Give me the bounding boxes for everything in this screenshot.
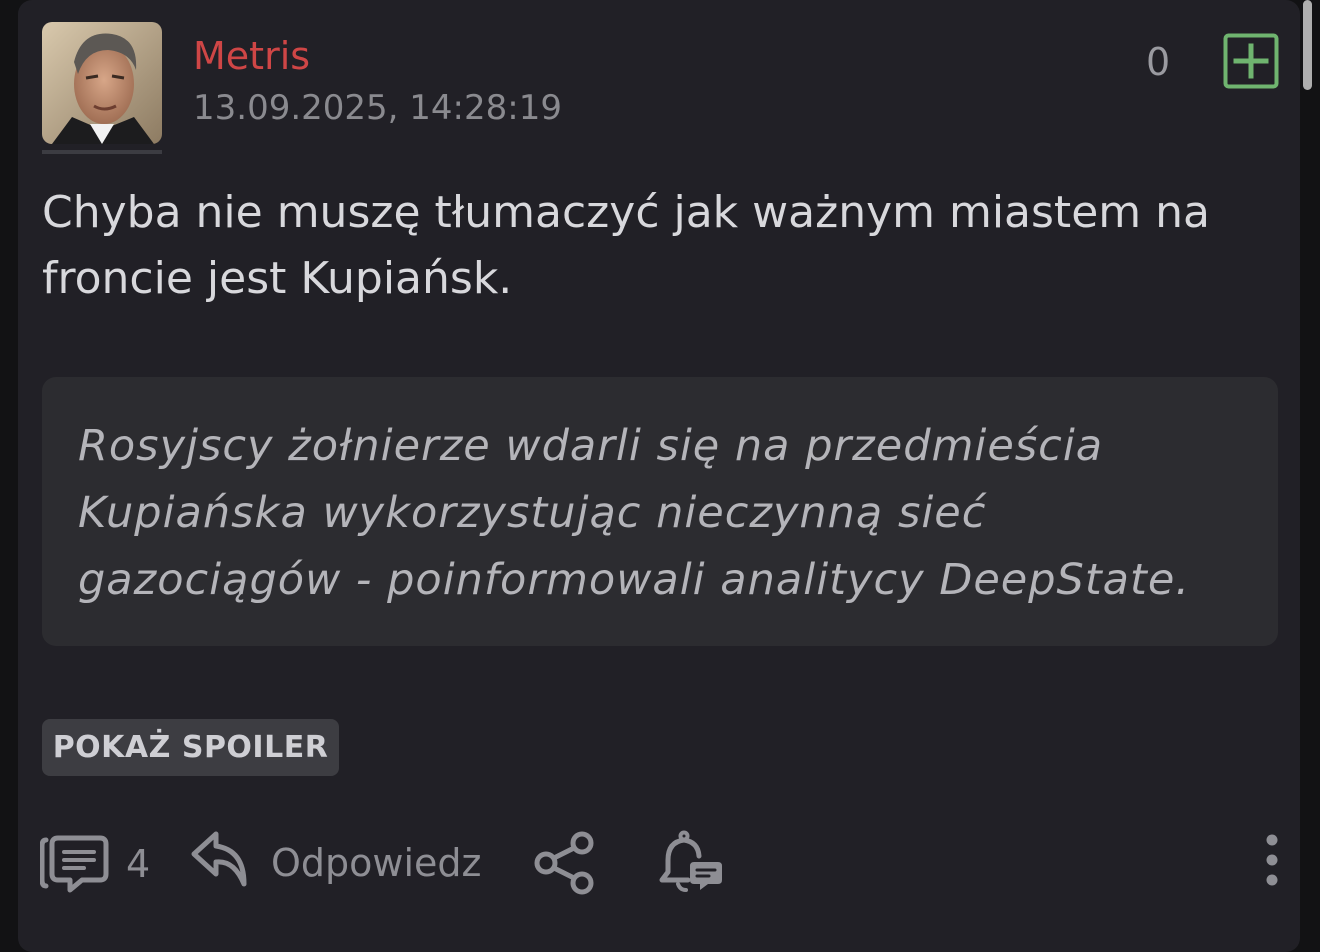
reply-label[interactable]: Odpowiedz <box>271 838 481 888</box>
scrollbar[interactable] <box>1303 0 1312 90</box>
quote-block: Rosyjscy żołnierze wdarli się na przedmi… <box>42 377 1278 646</box>
upvote-button[interactable] <box>1223 33 1279 89</box>
more-vertical-icon <box>1266 834 1278 886</box>
avatar-rank-bar <box>42 150 162 154</box>
notify-button[interactable] <box>658 830 724 896</box>
share-button[interactable] <box>532 831 598 895</box>
more-options-button[interactable] <box>1256 834 1288 890</box>
avatar[interactable] <box>42 22 162 144</box>
username[interactable]: Metris <box>193 32 310 80</box>
quote-text: Rosyjscy żołnierze wdarli się na przedmi… <box>78 421 1191 605</box>
comments-button[interactable] <box>39 834 112 894</box>
reply-button[interactable] <box>190 830 250 888</box>
comments-icon <box>39 835 109 893</box>
reply-arrow-icon <box>191 831 247 887</box>
show-spoiler-button[interactable]: POKAŻ SPOILER <box>42 719 339 776</box>
post-timestamp: 13.09.2025, 14:28:19 <box>193 88 562 128</box>
vote-count: 0 <box>1146 40 1171 84</box>
comments-count[interactable]: 4 <box>126 840 150 888</box>
bell-comment-icon <box>659 830 722 892</box>
plus-square-icon <box>1223 33 1279 89</box>
post-body: Chyba nie muszę tłumaczyć jak ważnym mia… <box>42 187 1210 304</box>
share-icon <box>534 831 594 895</box>
